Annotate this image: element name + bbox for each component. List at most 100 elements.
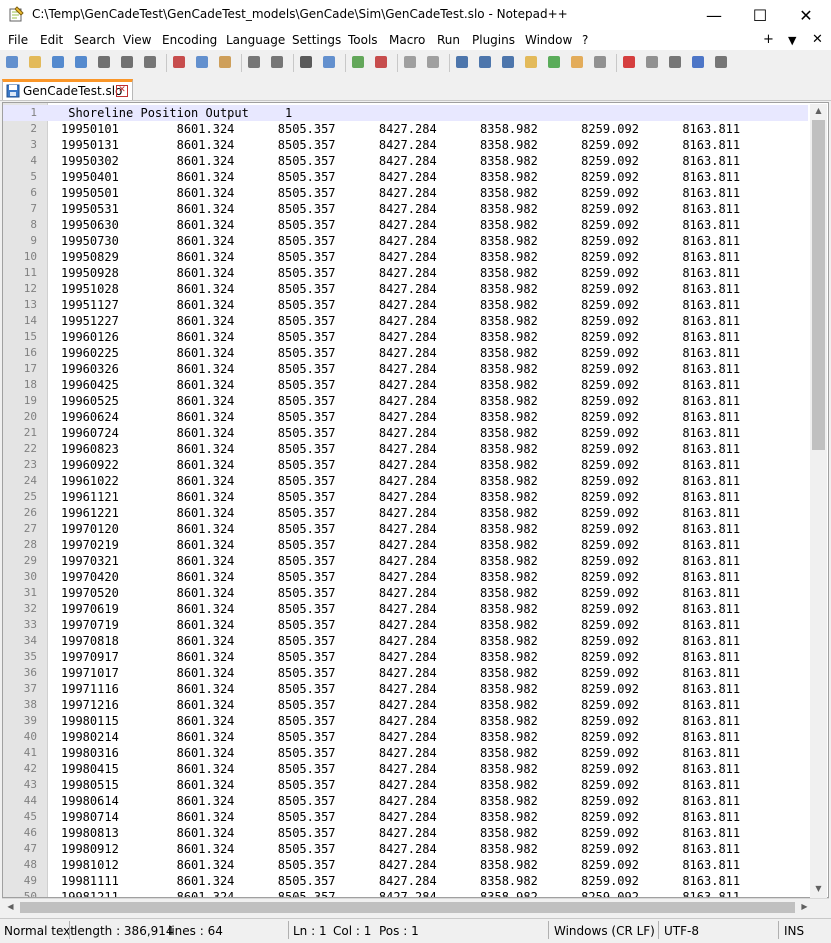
minimize-button[interactable]: — [691, 0, 737, 30]
paste-icon[interactable] [217, 54, 233, 70]
close-window-button[interactable]: ✕ [783, 0, 829, 30]
undo-icon[interactable] [246, 54, 262, 70]
editor-line[interactable]: 15 19960126 8601.324 8505.357 8427.284 83… [3, 329, 808, 345]
tab-list-dropdown[interactable]: ▼ [788, 34, 796, 47]
editor-line[interactable]: 48 19981012 8601.324 8505.357 8427.284 83… [3, 857, 808, 873]
vertical-scroll-thumb[interactable] [812, 120, 825, 450]
sync-vertical-icon[interactable] [402, 54, 418, 70]
editor-line[interactable]: 2 19950101 8601.324 8505.357 8427.284 835… [3, 121, 808, 137]
find-icon[interactable] [298, 54, 314, 70]
editor-line[interactable]: 31 19970520 8601.324 8505.357 8427.284 83… [3, 585, 808, 601]
editor-line[interactable]: 38 19971216 8601.324 8505.357 8427.284 83… [3, 697, 808, 713]
editor-line[interactable]: 18 19960425 8601.324 8505.357 8427.284 83… [3, 377, 808, 393]
editor-line[interactable]: 36 19971017 8601.324 8505.357 8427.284 83… [3, 665, 808, 681]
menu-edit[interactable]: Edit [40, 33, 63, 47]
open-file-icon[interactable] [27, 54, 43, 70]
save-icon[interactable] [50, 54, 66, 70]
editor-line[interactable]: 47 19980912 8601.324 8505.357 8427.284 83… [3, 841, 808, 857]
editor-line[interactable]: 1 Shoreline Position Output 1 [3, 105, 808, 121]
folder-workspace-icon[interactable] [569, 54, 585, 70]
word-wrap-icon[interactable] [454, 54, 470, 70]
record-macro-icon[interactable] [621, 54, 637, 70]
editor-line[interactable]: 29 19970321 8601.324 8505.357 8427.284 83… [3, 553, 808, 569]
editor-line[interactable]: 32 19970619 8601.324 8505.357 8427.284 83… [3, 601, 808, 617]
close-icon[interactable] [96, 54, 112, 70]
monitoring-icon[interactable] [592, 54, 608, 70]
editor-line[interactable]: 13 19951127 8601.324 8505.357 8427.284 83… [3, 297, 808, 313]
save-macro-icon[interactable] [713, 54, 729, 70]
menu-plugins[interactable]: Plugins [472, 33, 515, 47]
editor-line[interactable]: 14 19951227 8601.324 8505.357 8427.284 83… [3, 313, 808, 329]
editor-line[interactable]: 41 19980316 8601.324 8505.357 8427.284 83… [3, 745, 808, 761]
editor-line[interactable]: 5 19950401 8601.324 8505.357 8427.284 835… [3, 169, 808, 185]
scroll-right-icon[interactable]: ▶ [796, 902, 813, 911]
editor-line[interactable]: 21 19960724 8601.324 8505.357 8427.284 83… [3, 425, 808, 441]
editor-line[interactable]: 46 19980813 8601.324 8505.357 8427.284 83… [3, 825, 808, 841]
editor-line[interactable]: 28 19970219 8601.324 8505.357 8427.284 83… [3, 537, 808, 553]
editor-line[interactable]: 23 19960922 8601.324 8505.357 8427.284 83… [3, 457, 808, 473]
tab-gencadetest-slo[interactable]: GenCadeTest.slo ✕ [2, 79, 133, 100]
menu-language[interactable]: Language [226, 33, 285, 47]
editor-line[interactable]: 44 19980614 8601.324 8505.357 8427.284 83… [3, 793, 808, 809]
editor-line[interactable]: 20 19960624 8601.324 8505.357 8427.284 83… [3, 409, 808, 425]
editor-line[interactable]: 43 19980515 8601.324 8505.357 8427.284 83… [3, 777, 808, 793]
scroll-up-icon[interactable]: ▲ [810, 106, 827, 115]
editor-line[interactable]: 49 19981111 8601.324 8505.357 8427.284 83… [3, 873, 808, 889]
editor-line[interactable]: 16 19960225 8601.324 8505.357 8427.284 83… [3, 345, 808, 361]
close-document-button[interactable]: ✕ [812, 32, 823, 47]
vertical-scrollbar[interactable]: ▲ ▼ [810, 104, 827, 898]
editor-line[interactable]: 25 19961121 8601.324 8505.357 8427.284 83… [3, 489, 808, 505]
maximize-button[interactable]: ☐ [737, 0, 783, 30]
indent-guide-icon[interactable] [500, 54, 516, 70]
redo-icon[interactable] [269, 54, 285, 70]
editor-line[interactable]: 34 19970818 8601.324 8505.357 8427.284 83… [3, 633, 808, 649]
editor-line[interactable]: 37 19971116 8601.324 8505.357 8427.284 83… [3, 681, 808, 697]
new-tab-button[interactable]: + [763, 32, 774, 47]
editor-line[interactable]: 8 19950630 8601.324 8505.357 8427.284 835… [3, 217, 808, 233]
editor-line[interactable]: 3 19950131 8601.324 8505.357 8427.284 835… [3, 137, 808, 153]
menu-help[interactable]: ? [582, 33, 588, 47]
editor-line[interactable]: 30 19970420 8601.324 8505.357 8427.284 83… [3, 569, 808, 585]
editor-line[interactable]: 19 19960525 8601.324 8505.357 8427.284 83… [3, 393, 808, 409]
editor-line[interactable]: 50 19981211 8601.324 8505.357 8427.284 83… [3, 889, 808, 897]
scroll-down-icon[interactable]: ▼ [810, 884, 827, 893]
horizontal-scroll-thumb[interactable] [20, 902, 795, 913]
cut-icon[interactable] [171, 54, 187, 70]
scroll-left-icon[interactable]: ◀ [2, 902, 19, 911]
zoom-out-icon[interactable] [373, 54, 389, 70]
menu-tools[interactable]: Tools [348, 33, 378, 47]
editor-line[interactable]: 12 19951028 8601.324 8505.357 8427.284 83… [3, 281, 808, 297]
print-icon[interactable] [142, 54, 158, 70]
editor-line[interactable]: 35 19970917 8601.324 8505.357 8427.284 83… [3, 649, 808, 665]
editor-line[interactable]: 33 19970719 8601.324 8505.357 8427.284 83… [3, 617, 808, 633]
menu-window[interactable]: Window [525, 33, 572, 47]
close-all-icon[interactable] [119, 54, 135, 70]
editor-line[interactable]: 26 19961221 8601.324 8505.357 8427.284 83… [3, 505, 808, 521]
editor-line[interactable]: 17 19960326 8601.324 8505.357 8427.284 83… [3, 361, 808, 377]
editor-line[interactable]: 9 19950730 8601.324 8505.357 8427.284 835… [3, 233, 808, 249]
menu-search[interactable]: Search [74, 33, 115, 47]
editor-line[interactable]: 7 19950531 8601.324 8505.357 8427.284 835… [3, 201, 808, 217]
show-all-chars-icon[interactable] [477, 54, 493, 70]
horizontal-scrollbar[interactable]: ◀ ▶ [2, 898, 829, 916]
stop-record-icon[interactable] [644, 54, 660, 70]
play-macro-icon[interactable] [667, 54, 683, 70]
editor-line[interactable]: 39 19980115 8601.324 8505.357 8427.284 83… [3, 713, 808, 729]
editor-line[interactable]: 10 19950829 8601.324 8505.357 8427.284 83… [3, 249, 808, 265]
editor-line[interactable]: 27 19970120 8601.324 8505.357 8427.284 83… [3, 521, 808, 537]
tab-close-icon[interactable]: ✕ [116, 85, 128, 97]
sync-horizontal-icon[interactable] [425, 54, 441, 70]
editor-line[interactable]: 42 19980415 8601.324 8505.357 8427.284 83… [3, 761, 808, 777]
copy-icon[interactable] [194, 54, 210, 70]
menu-encoding[interactable]: Encoding [162, 33, 217, 47]
menu-settings[interactable]: Settings [292, 33, 341, 47]
editor-line[interactable]: 45 19980714 8601.324 8505.357 8427.284 83… [3, 809, 808, 825]
new-file-icon[interactable] [4, 54, 20, 70]
doc-map-icon[interactable] [523, 54, 539, 70]
editor-line[interactable]: 4 19950302 8601.324 8505.357 8427.284 835… [3, 153, 808, 169]
zoom-in-icon[interactable] [350, 54, 366, 70]
editor-line[interactable]: 22 19960823 8601.324 8505.357 8427.284 83… [3, 441, 808, 457]
editor-line[interactable]: 11 19950928 8601.324 8505.357 8427.284 83… [3, 265, 808, 281]
editor-line[interactable]: 6 19950501 8601.324 8505.357 8427.284 835… [3, 185, 808, 201]
save-all-icon[interactable] [73, 54, 89, 70]
